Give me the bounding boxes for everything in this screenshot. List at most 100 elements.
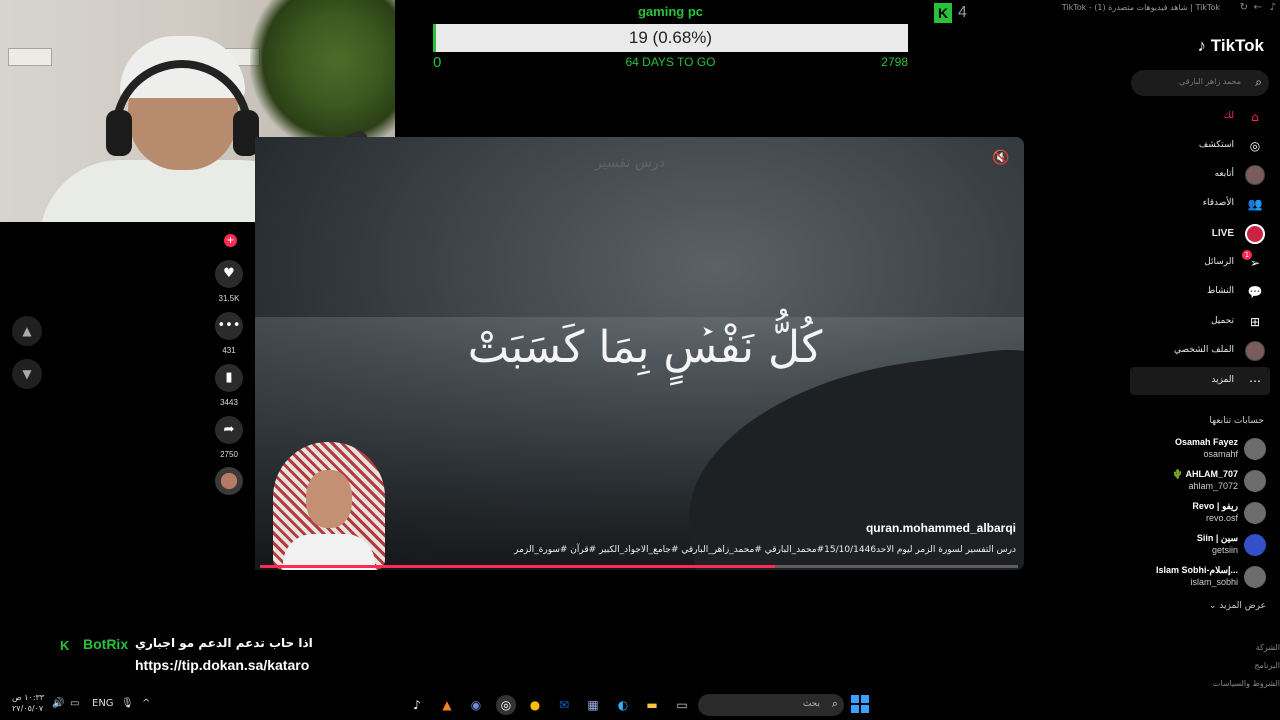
search-input[interactable]: محمد زاهر البارقي ⌕ bbox=[1131, 70, 1269, 96]
sidebar-item-label: المزيد bbox=[1211, 375, 1234, 385]
show-more-link[interactable]: عرض المزيد ⌄ bbox=[1209, 601, 1266, 611]
file-explorer-icon[interactable]: ▬ bbox=[642, 695, 662, 715]
goal-progress-bar: 19 (0.68%) bbox=[433, 24, 908, 52]
goal-days-left: 64 DAYS TO GO bbox=[625, 55, 716, 69]
share-icon[interactable]: ➦ bbox=[215, 416, 243, 444]
browser-tab-title[interactable]: TikTok - شاهد فيديوهات متصدرة (1) | TikT… bbox=[1062, 3, 1220, 12]
store-icon[interactable]: ▦ bbox=[583, 695, 603, 715]
plant bbox=[250, 0, 395, 150]
quran-verse: كُلُّ نَفْسٍ بِمَا كَسَبَتْ bbox=[467, 322, 823, 373]
footer-link-company[interactable]: الشركة bbox=[1256, 643, 1280, 652]
sidebar-item-profile[interactable]: الملف الشخصي bbox=[1130, 337, 1270, 365]
windows-taskbar: ١٠:٣٣ ص ٢٧/٠٥/٠٧ 🔊 ▭ ENG 🎙 ^ ♪ ▲ ◉ ◎ ● ✉… bbox=[0, 690, 1280, 720]
sidebar-item-label: أتابعه bbox=[1214, 169, 1234, 179]
start-icon[interactable] bbox=[851, 695, 869, 713]
bot-message-text: اذا حاب تدعم الدعم مو اجباري bbox=[135, 636, 313, 650]
back-icon[interactable]: ← bbox=[1254, 2, 1262, 13]
previous-video-button[interactable]: ▲ bbox=[12, 316, 42, 346]
sidebar-item-label: تحميل bbox=[1210, 316, 1234, 326]
video-caption: درس التفسير لسورة الزمر ليوم الاحد15/10/… bbox=[514, 545, 1016, 555]
vlc-icon[interactable]: ▲ bbox=[437, 695, 457, 715]
share-count: 2750 bbox=[220, 450, 238, 459]
headset-ear bbox=[106, 110, 132, 156]
language-indicator[interactable]: ENG bbox=[92, 698, 114, 709]
heart-icon[interactable]: ♥ bbox=[215, 260, 243, 288]
creator-avatar[interactable]: + bbox=[216, 228, 242, 254]
video-progress-bar[interactable] bbox=[260, 565, 1018, 568]
account-username: getsiin bbox=[1211, 545, 1238, 555]
chevron-down-icon: ⌄ bbox=[1208, 601, 1217, 611]
discord-icon[interactable]: ◉ bbox=[466, 695, 486, 715]
sidebar-item-following[interactable]: أتابعه bbox=[1130, 161, 1270, 189]
comment-icon[interactable]: ••• bbox=[215, 312, 243, 340]
sidebar-item-live[interactable]: LIVE bbox=[1130, 220, 1270, 248]
avatar bbox=[1244, 438, 1266, 460]
following-account[interactable]: Osamah Fayez osamahf bbox=[1140, 435, 1270, 463]
video-progress-fill bbox=[260, 565, 776, 568]
music-disc-icon[interactable] bbox=[215, 467, 243, 495]
video-author[interactable]: quran.mohammed_albarqi bbox=[866, 521, 1016, 535]
account-username: revo.osf bbox=[1205, 513, 1238, 523]
avatar bbox=[1244, 566, 1266, 588]
comment-button[interactable]: ••• 431 bbox=[213, 312, 245, 355]
next-video-button[interactable]: ▼ bbox=[12, 359, 42, 389]
tiktok-tab-icon: ♪ bbox=[1269, 2, 1276, 13]
save-count: 3443 bbox=[220, 398, 238, 407]
sidebar-item-activity[interactable]: 💬 النشاط bbox=[1130, 278, 1270, 306]
video-watermark: درس تفسير bbox=[595, 155, 665, 171]
tiktok-logo[interactable]: ♪ TikTok bbox=[1198, 36, 1264, 56]
like-count: 31.5K bbox=[218, 294, 240, 303]
following-avatar bbox=[1245, 165, 1265, 185]
taskbar-search[interactable]: بحث ⌕ bbox=[698, 694, 844, 716]
sidebar-item-label: لك bbox=[1223, 111, 1234, 121]
more-icon: ⋯ bbox=[1249, 374, 1261, 388]
volume-icon[interactable]: 🔊 bbox=[52, 698, 64, 709]
following-account[interactable]: 🌵 AHLAM_707 ahlam_7072 bbox=[1140, 467, 1270, 495]
obs-icon[interactable]: ◎ bbox=[496, 695, 516, 715]
goal-max: 2798 bbox=[881, 55, 908, 69]
app-window-icon[interactable]: ▭ bbox=[672, 695, 692, 715]
follow-plus-icon[interactable]: + bbox=[224, 234, 237, 247]
mute-icon[interactable]: 🔇 bbox=[990, 149, 1012, 167]
following-account[interactable]: Siin | سين getsiin bbox=[1140, 531, 1270, 559]
outlook-icon[interactable]: ✉ bbox=[554, 695, 574, 715]
sub-goal-widget: gaming pc 19 (0.68%) 0 64 DAYS TO GO 279… bbox=[433, 2, 908, 71]
network-icon[interactable]: ▭ bbox=[70, 698, 79, 709]
bookmark-icon[interactable]: ▮ bbox=[215, 364, 243, 392]
account-name: Siin | سين bbox=[1196, 533, 1238, 543]
chrome-icon[interactable]: ● bbox=[525, 695, 545, 715]
sidebar-item-label: LIVE bbox=[1211, 228, 1234, 239]
like-button[interactable]: ♥ 31.5K bbox=[213, 260, 245, 303]
sidebar-item-friends[interactable]: 👥 الأصدقاء bbox=[1130, 190, 1270, 218]
sidebar-item-messages[interactable]: ➢ 1 الرسائل bbox=[1130, 249, 1270, 277]
sidebar-item-upload[interactable]: ⊞ تحميل bbox=[1130, 308, 1270, 336]
footer-link-program[interactable]: البرنامج bbox=[1254, 661, 1280, 670]
tiktok-app-icon[interactable]: ♪ bbox=[407, 695, 427, 715]
account-username: islam_sobhi bbox=[1190, 577, 1238, 587]
search-icon[interactable]: ⌕ bbox=[1255, 75, 1262, 90]
donation-url: https://tip.dokan.sa/kataro bbox=[135, 657, 310, 673]
microphone-icon[interactable]: 🎙 bbox=[121, 698, 134, 709]
footer-link-terms[interactable]: الشروط والسياسات bbox=[1213, 679, 1280, 688]
sidebar-item-label: استكشف bbox=[1198, 140, 1234, 150]
comment-count: 431 bbox=[222, 346, 236, 355]
kick-viewer-count: K 4 bbox=[934, 3, 974, 23]
kick-logo-icon: K bbox=[60, 638, 70, 653]
clock[interactable]: ١٠:٣٣ ص ٢٧/٠٥/٠٧ bbox=[12, 692, 44, 714]
sidebar-item-label: الأصدقاء bbox=[1202, 198, 1234, 208]
following-account[interactable]: Islam Sobhi-إسلام... islam_sobhi bbox=[1140, 563, 1270, 591]
tray-expand-icon[interactable]: ^ bbox=[142, 698, 150, 709]
tiktok-logo-text: TikTok bbox=[1210, 36, 1264, 55]
taskbar-search-placeholder: بحث bbox=[802, 699, 820, 709]
refresh-icon[interactable]: ↻ bbox=[1240, 2, 1248, 13]
sidebar-item-for-you[interactable]: ⌂ لك bbox=[1130, 103, 1270, 131]
video-player[interactable]: درس تفسير كُلُّ نَفْسٍ بِمَا كَسَبَتْ 🔇 … bbox=[255, 137, 1024, 570]
edge-icon[interactable]: ◐ bbox=[613, 695, 633, 715]
save-button[interactable]: ▮ 3443 bbox=[213, 364, 245, 407]
share-button[interactable]: ➦ 2750 bbox=[213, 416, 245, 459]
sidebar-item-explore[interactable]: ◎ استكشف bbox=[1130, 132, 1270, 160]
sidebar-item-more[interactable]: ⋯ المزيد bbox=[1130, 367, 1270, 395]
activity-icon: 💬 bbox=[1247, 285, 1263, 299]
following-account[interactable]: Revo | ريفو revo.osf bbox=[1140, 499, 1270, 527]
show-more-label: عرض المزيد bbox=[1219, 601, 1266, 611]
